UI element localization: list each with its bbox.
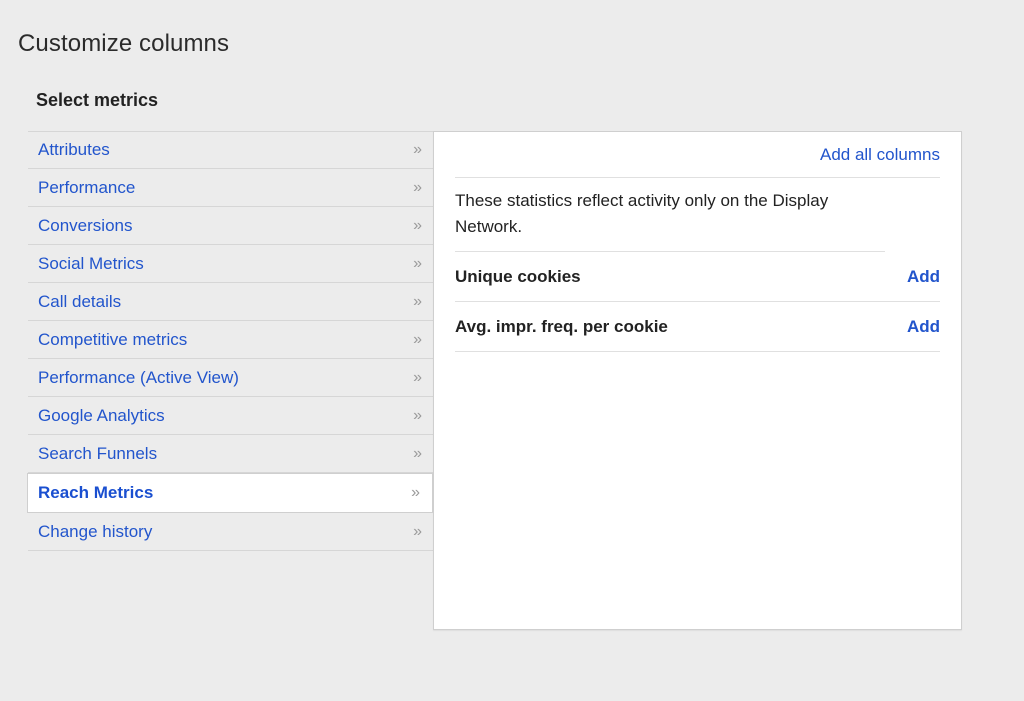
chevron-double-right-icon: » [413,330,422,348]
chevron-double-right-icon: » [413,141,422,158]
category-row[interactable]: Attributes » [28,131,434,169]
metrics-rows: Unique cookies Add Avg. impr. freq. per co… [455,252,940,352]
metric-row: Avg. impr. freq. per cookie Add [455,302,940,352]
chevron-double-right-icon: » [413,444,422,462]
add-metric-link[interactable]: Add [907,317,940,337]
category-label: Change history [38,521,153,541]
page-title: Customize columns [18,30,230,57]
display-network-note: These statistics reflect activity only o… [455,178,885,252]
chevron-double-right-icon: » [413,406,422,424]
category-label: Conversions [38,215,133,235]
metric-name: Avg. impr. freq. per cookie [455,316,668,336]
add-metric-link[interactable]: Add [907,267,940,287]
category-label: Performance (Active View) [38,367,239,387]
chevron-double-right-icon: » [413,216,422,234]
metric-row: Unique cookies Add [455,252,940,302]
metrics-panel-inner: Add all columns These statistics reflect… [434,132,961,352]
category-label: Competitive metrics [38,329,188,349]
category-row[interactable]: Social Metrics » [28,245,434,283]
category-row[interactable]: Change history » [28,513,434,551]
chevron-double-right-icon: » [413,178,422,196]
category-row[interactable]: Competitive metrics » [28,321,434,359]
metric-category-list: Attributes» Performance» Conversions» Socia… [27,131,434,551]
metric-name: Unique cookies [455,266,581,286]
category-row[interactable]: Performance (Active View) » [28,359,434,397]
category-row[interactable]: Reach Metrics » [27,473,433,513]
chevron-double-right-icon: » [413,292,422,310]
section-heading-select-metrics: Select metrics [36,90,159,110]
chevron-double-right-icon: » [413,254,422,272]
category-row[interactable]: Performance » [28,169,434,207]
add-all-columns-link[interactable]: Add all columns [820,145,940,165]
metrics-panel: Add all columns These statistics reflect… [433,131,962,630]
chevron-double-right-icon: » [413,522,422,540]
category-label: Google Analytics [38,405,165,425]
category-row[interactable]: Google Analytics » [28,397,434,435]
category-label: Attributes [38,140,110,159]
chevron-double-right-icon: » [413,368,422,386]
add-all-columns-row: Add all columns [455,132,940,178]
category-label: Reach Metrics [38,483,154,502]
category-label: Call details [38,291,122,311]
chevron-double-right-icon: » [411,484,420,501]
category-label: Search Funnels [38,443,158,463]
category-label: Social Metrics [38,253,144,273]
category-row[interactable]: Conversions » [28,207,434,245]
category-row[interactable]: Search Funnels » [28,435,434,473]
category-label: Performance [38,177,136,197]
category-row[interactable]: Call details » [28,283,434,321]
